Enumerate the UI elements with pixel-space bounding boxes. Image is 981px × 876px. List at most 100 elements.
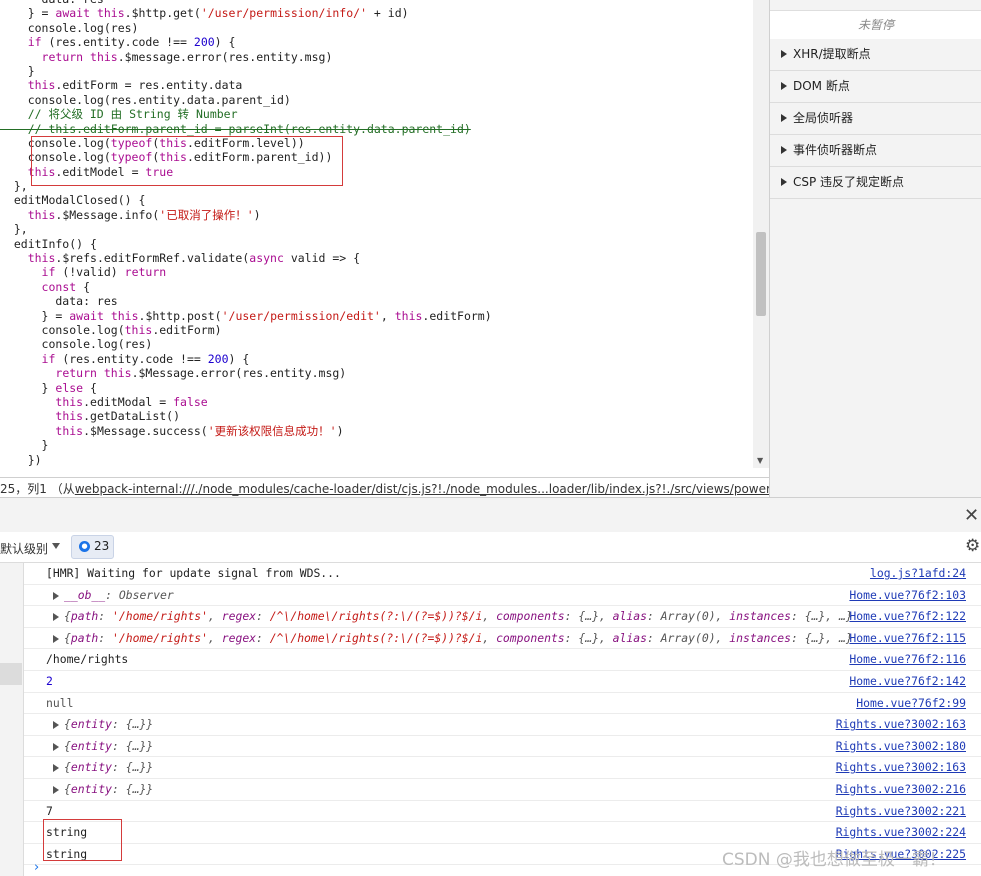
code-token: '更新该权限信息成功！' [207, 423, 337, 438]
code-token: '已取消了操作！' [159, 207, 254, 222]
expand-arrow-icon[interactable] [53, 613, 59, 622]
console-message[interactable]: string Rights.vue?3002:224 [24, 822, 981, 844]
console-message[interactable]: {entity: {…}} Rights.vue?3002:180 [24, 736, 981, 758]
console-source-link[interactable]: log.js?1afd:24 [870, 563, 966, 585]
close-icon[interactable]: ✕ [964, 505, 979, 526]
console-source-link[interactable]: Rights.vue?3002:224 [836, 822, 966, 844]
event-listener-breakpoints-section[interactable]: 事件侦听器断点 [770, 135, 981, 167]
expand-arrow-icon[interactable] [53, 634, 59, 643]
code-token: data: res [0, 294, 118, 309]
code-token: .editForm) [422, 308, 492, 323]
scroll-down-arrow-icon[interactable]: ▼ [757, 456, 763, 465]
code-line: data: res [0, 294, 750, 308]
console-source-link[interactable]: Rights.vue?3002:216 [836, 779, 966, 801]
console-source-link[interactable]: Rights.vue?3002:180 [836, 736, 966, 758]
code-line: editInfo() { [0, 237, 750, 251]
console-message[interactable]: [HMR] Waiting for update signal from WDS… [24, 563, 981, 585]
console-message[interactable]: __ob__: Observer Home.vue?76f2:103 [24, 585, 981, 607]
console-message-text: null [46, 695, 74, 710]
console-message[interactable]: {entity: {…}} Rights.vue?3002:163 [24, 757, 981, 779]
code-token: this [110, 308, 139, 323]
code-line: } [0, 438, 750, 452]
expand-arrow-icon[interactable] [53, 764, 59, 773]
code-token: else [55, 380, 84, 395]
code-token: console.log(res) [0, 20, 139, 35]
console-message-text: {path: '/home/rights', regex: /^\/home\/… [64, 609, 853, 624]
code-token: } [0, 380, 56, 395]
expand-arrow-icon [781, 146, 787, 154]
global-listeners-section[interactable]: 全局侦听器 [770, 103, 981, 135]
console-prompt-icon[interactable]: › [34, 860, 39, 875]
paused-status: 未暂停 [770, 10, 981, 40]
code-line: this.$Message.info('已取消了操作！') [0, 208, 750, 222]
code-token: this [27, 207, 56, 222]
console-source-link[interactable]: Home.vue?76f2:115 [849, 628, 966, 650]
section-label: XHR/提取断点 [793, 47, 871, 61]
code-line: // 将父级 ID 由 String 转 Number [0, 107, 750, 121]
code-line: } [0, 64, 750, 78]
code-token: this [103, 366, 132, 381]
console-message[interactable]: /home/rights Home.vue?76f2:116 [24, 649, 981, 671]
expand-arrow-icon[interactable] [53, 721, 59, 730]
gear-icon[interactable]: ⚙ [965, 536, 980, 556]
log-level-dropdown[interactable]: 默认级别 [0, 540, 48, 557]
expand-arrow-icon[interactable] [53, 742, 59, 751]
code-token: this [394, 308, 423, 323]
expand-arrow-icon [781, 114, 787, 122]
section-label: CSP 违反了规定断点 [793, 175, 905, 189]
console-sidebar-selected-item[interactable] [0, 663, 22, 685]
code-token: }) [0, 452, 42, 467]
code-token: data: res [0, 0, 104, 6]
console-source-link[interactable]: Home.vue?76f2:103 [849, 585, 966, 607]
console-source-link[interactable]: Home.vue?76f2:116 [849, 649, 966, 671]
code-token: .editForm = res.entity.data [55, 78, 243, 93]
console-message[interactable]: {path: '/home/rights', regex: /^\/home\/… [24, 606, 981, 628]
console-source-link[interactable]: Rights.vue?3002:163 [836, 757, 966, 779]
expand-arrow-icon[interactable] [53, 785, 59, 794]
code-token: }, [0, 222, 28, 237]
console-message[interactable]: {path: '/home/rights', regex: /^\/home\/… [24, 628, 981, 650]
console-message[interactable]: 7 Rights.vue?3002:221 [24, 801, 981, 823]
code-token: (res.entity.code !== [55, 351, 208, 366]
console-source-link[interactable]: Home.vue?76f2:122 [849, 606, 966, 628]
console-message[interactable]: {entity: {…}} Rights.vue?3002:216 [24, 779, 981, 801]
code-token: if [41, 351, 56, 366]
code-line: console.log(res.entity.data.parent_id) [0, 93, 750, 107]
code-token: (!valid) [55, 265, 125, 280]
code-token: if [41, 265, 56, 280]
editor-status-bar: 25，列1 （从webpack-internal:///./node_modul… [0, 477, 769, 498]
editor-scroll-thumb[interactable] [756, 232, 766, 316]
code-token: .$http.get( [124, 6, 201, 21]
console-messages: [HMR] Waiting for update signal from WDS… [24, 563, 981, 876]
code-token: editInfo() { [0, 236, 97, 251]
code-token: this [124, 322, 153, 337]
console-message[interactable]: {entity: {…}} Rights.vue?3002:163 [24, 714, 981, 736]
dom-breakpoints-section[interactable]: DOM 断点 [770, 71, 981, 103]
console-source-link[interactable]: Home.vue?76f2:99 [856, 693, 966, 715]
expand-arrow-icon[interactable] [53, 591, 59, 600]
code-token: this [55, 423, 84, 438]
console-message[interactable]: 2 Home.vue?76f2:142 [24, 671, 981, 693]
source-editor[interactable]: data: res } = await this.$http.get('/use… [0, 0, 753, 468]
editor-scrollbar[interactable]: ▼ [753, 0, 769, 468]
issues-counter-button[interactable]: ● 23 [71, 535, 114, 559]
code-token: .$message.error(res.entity.msg) [117, 49, 333, 64]
code-token: this [96, 6, 125, 21]
console-source-link[interactable]: Rights.vue?3002:221 [836, 801, 966, 823]
code-token: .$Message.error(res.entity.msg) [131, 366, 347, 381]
console-source-link[interactable]: Rights.vue?3002:163 [836, 714, 966, 736]
console-message[interactable]: null Home.vue?76f2:99 [24, 693, 981, 715]
csp-violation-breakpoints-section[interactable]: CSP 违反了规定断点 [770, 167, 981, 199]
code-line: console.log(res) [0, 337, 750, 351]
console-source-link[interactable]: Home.vue?76f2:142 [849, 671, 966, 693]
code-line: this.editModal = false [0, 395, 750, 409]
code-token: ) [253, 207, 261, 222]
chevron-down-icon[interactable] [52, 543, 60, 549]
xhr-breakpoints-section[interactable]: XHR/提取断点 [770, 39, 981, 71]
code-token: 200 [193, 35, 215, 50]
source-file-link[interactable]: webpack-internal:///./node_modules/cache… [75, 482, 769, 496]
